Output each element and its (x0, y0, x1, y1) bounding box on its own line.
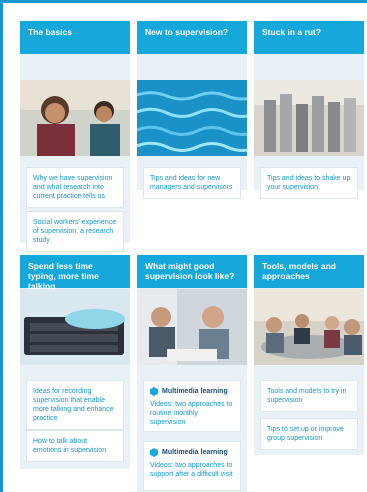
photo-meeting-two-men[interactable] (137, 289, 247, 365)
photo-cocktail-shakers[interactable] (254, 80, 364, 156)
card-new-to-supervision: New to supervision? Tips and ideas for n… (137, 21, 247, 199)
card-spend-less-time-typing: Spend less time typing, more time talkin… (20, 255, 130, 469)
card-stuck-in-a-rut: Stuck in a rut? Tips and ideas to shake … (254, 21, 364, 199)
link-research-study[interactable]: Social workers' experience of supervisio… (26, 211, 124, 252)
link-talk-about-emotions[interactable]: How to talk about emotions in supervisio… (26, 430, 124, 462)
link-group-supervision[interactable]: Tips to set up or improve group supervis… (260, 418, 358, 450)
card-good-supervision: What might good supervision look like? M… (137, 255, 247, 492)
link-shake-up-supervision[interactable]: Tips and ideas to shake up your supervis… (260, 167, 358, 199)
hexagon-icon (150, 448, 158, 457)
card-title[interactable]: What might good supervision look like? (137, 255, 247, 288)
photo-image (137, 80, 247, 156)
multimedia-text: Videos: two approaches to routine monthl… (150, 401, 233, 426)
card-title[interactable]: Stuck in a rut? (254, 21, 364, 54)
card-title[interactable]: New to supervision? (137, 21, 247, 54)
photo-group-meeting[interactable] (254, 289, 364, 365)
photo-keyboard-typing[interactable] (20, 289, 130, 365)
card-title[interactable]: Spend less time typing, more time talkin… (20, 255, 130, 291)
card-the-basics: The basics Why we have supervision and w… (20, 21, 130, 252)
multimedia-text: Videos: two approaches to support after … (150, 462, 233, 478)
photo-swimming-pool[interactable] (137, 80, 247, 156)
photo-image (20, 289, 130, 365)
multimedia-difficult-visit[interactable]: Multimedia learning Videos: two approach… (143, 441, 241, 491)
card-title[interactable]: The basics (20, 21, 130, 54)
link-ideas-recording[interactable]: Ideas for recording supervision that ena… (26, 380, 124, 430)
photo-image (137, 289, 247, 365)
hexagon-icon (150, 387, 158, 396)
multimedia-title: Multimedia learning (150, 448, 234, 457)
multimedia-routine-supervision[interactable]: Multimedia learning Videos: two approach… (143, 380, 241, 432)
card-tools-models: Tools, models and approaches Tools and m… (254, 255, 364, 455)
photo-image (254, 289, 364, 365)
link-why-we-have-supervision[interactable]: Why we have supervision and what researc… (26, 167, 124, 208)
multimedia-label: Multimedia learning (162, 388, 228, 395)
link-tools-models[interactable]: Tools and models to try in supervision (260, 380, 358, 412)
multimedia-title: Multimedia learning (150, 387, 234, 396)
card-title[interactable]: Tools, models and approaches (254, 255, 364, 288)
photo-image (254, 80, 364, 156)
multimedia-label: Multimedia learning (162, 449, 228, 456)
photo-image (20, 80, 130, 156)
photo-two-women-talking[interactable] (20, 80, 130, 156)
link-tips-new-managers[interactable]: Tips and ideas for new managers and supe… (143, 167, 241, 199)
